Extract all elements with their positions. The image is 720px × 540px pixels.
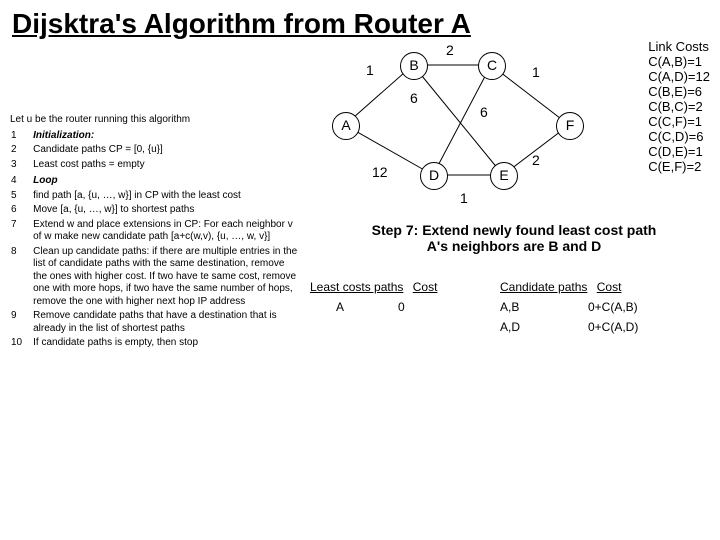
algo-line-num: 10	[10, 336, 32, 351]
least-hdr-path: Least costs paths	[310, 280, 403, 294]
path-cell: A,D	[500, 320, 560, 334]
step-line1: Step 7: Extend newly found least cost pa…	[324, 222, 704, 238]
table-row: A,B 0+C(A,B)	[500, 300, 710, 314]
link-cost-item: C(B,C)=2	[648, 100, 710, 115]
path-cell: A	[310, 300, 370, 314]
algo-line-text: Remove candidate paths that have a desti…	[32, 309, 300, 336]
node-A: A	[332, 112, 360, 140]
edge-weight: 6	[410, 90, 418, 106]
algo-line-text: Candidate paths CP = [0, {u}]	[32, 143, 300, 158]
edge-weight: 6	[480, 104, 488, 120]
link-cost-item: C(A,D)=12	[648, 70, 710, 85]
edge-weight: 1	[532, 64, 540, 80]
link-cost-item: C(E,F)=2	[648, 160, 710, 175]
cost-cell: 0+C(A,B)	[588, 300, 638, 314]
network-graph: ABCDEF121661221	[300, 42, 600, 212]
algo-line-text: Extend w and place extensions in CP: For…	[32, 218, 300, 245]
node-D: D	[420, 162, 448, 190]
edge-weight: 2	[446, 42, 454, 58]
edge-weight: 2	[532, 152, 540, 168]
algo-line-text: If candidate paths is empty, then stop	[32, 336, 300, 351]
path-cell: A,B	[500, 300, 560, 314]
algo-lead: Let u be the router running this algorit…	[10, 114, 300, 127]
link-costs: Link Costs C(A,B)=1C(A,D)=12C(B,E)=6C(B,…	[648, 40, 710, 174]
algo-line-num: 7	[10, 218, 32, 245]
node-C: C	[478, 52, 506, 80]
least-rows: A0	[310, 300, 470, 314]
cand-hdr-path: Candidate paths	[500, 280, 587, 294]
cost-cell: 0+C(A,D)	[588, 320, 638, 334]
algo-line-text: Move [a, {u, …, w}] to shortest paths	[32, 203, 300, 218]
algo-line-num: 4	[10, 174, 32, 189]
link-cost-item: C(B,E)=6	[648, 85, 710, 100]
least-costs-table: Least costs paths Cost A0	[310, 280, 470, 314]
link-cost-item: C(D,E)=1	[648, 145, 710, 160]
link-cost-item: C(C,F)=1	[648, 115, 710, 130]
cand-hdr-cost: Cost	[597, 280, 622, 294]
least-hdr-cost: Cost	[413, 280, 438, 294]
algo-line-text: Initialization:	[32, 129, 300, 144]
algo-line-text: Clean up candidate paths: if there are m…	[32, 245, 300, 310]
edge-weight: 1	[460, 190, 468, 206]
algo-line-num: 3	[10, 158, 32, 173]
link-cost-item: C(A,B)=1	[648, 55, 710, 70]
algo-line-num: 2	[10, 143, 32, 158]
algo-line-num: 5	[10, 189, 32, 204]
node-B: B	[400, 52, 428, 80]
algo-line-num: 6	[10, 203, 32, 218]
algorithm-block: Let u be the router running this algorit…	[10, 114, 300, 351]
table-row: A0	[310, 300, 470, 314]
node-F: F	[556, 112, 584, 140]
algo-line-text: Loop	[32, 174, 300, 189]
algo-line-num: 8	[10, 245, 32, 310]
link-costs-list: C(A,B)=1C(A,D)=12C(B,E)=6C(B,C)=2C(C,F)=…	[648, 55, 710, 175]
page-title: Dijsktra's Algorithm from Router A	[12, 8, 708, 40]
link-cost-item: C(C,D)=6	[648, 130, 710, 145]
algo-line-text: Least cost paths = empty	[32, 158, 300, 173]
algo-line-num: 1	[10, 129, 32, 144]
node-E: E	[490, 162, 518, 190]
algo-line-text: find path [a, {u, …, w}] in CP with the …	[32, 189, 300, 204]
cand-rows: A,B 0+C(A,B) A,D 0+C(A,D)	[500, 300, 710, 334]
edge-weight: 12	[372, 164, 388, 180]
table-row: A,D 0+C(A,D)	[500, 320, 710, 334]
link-costs-header: Link Costs	[648, 40, 710, 55]
step-line2: A's neighbors are B and D	[324, 238, 704, 254]
algo-line-num: 9	[10, 309, 32, 336]
candidate-paths-table: Candidate paths Cost A,B 0+C(A,B) A,D 0+C(A…	[500, 280, 710, 334]
edge-weight: 1	[366, 62, 374, 78]
algo-lines: 1Initialization:2Candidate paths CP = [0…	[10, 129, 300, 351]
step-caption: Step 7: Extend newly found least cost pa…	[324, 222, 704, 254]
cost-cell: 0	[398, 300, 405, 314]
